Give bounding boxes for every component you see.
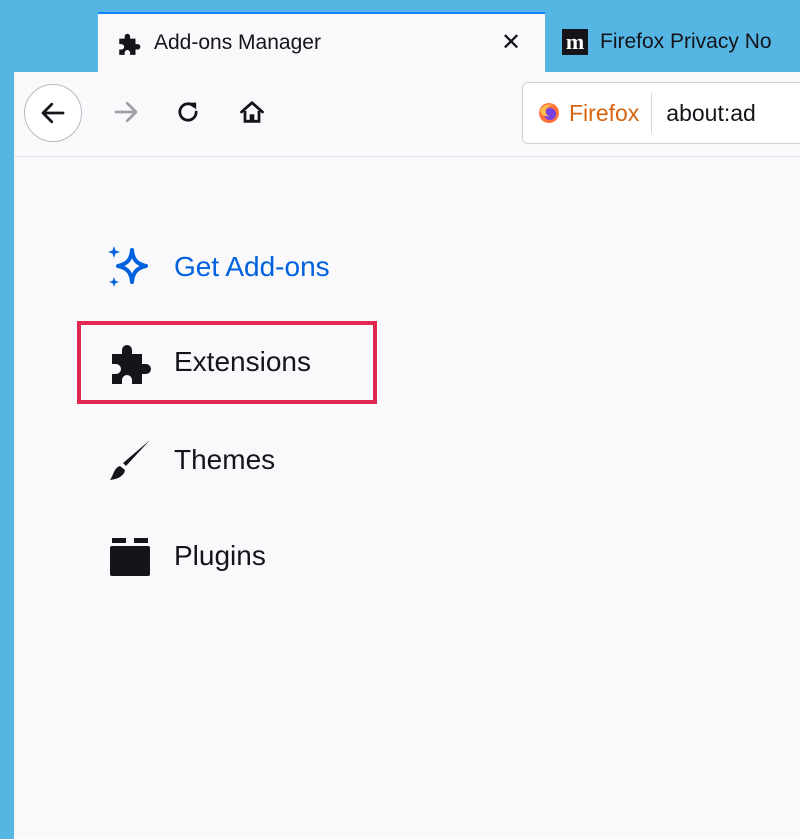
forward-arrow-icon (114, 101, 138, 123)
window-edge (0, 0, 14, 839)
home-button[interactable] (232, 92, 272, 132)
identity-box[interactable]: Firefox (523, 93, 653, 133)
category-themes[interactable]: Themes (106, 436, 275, 484)
close-icon: ✕ (500, 28, 522, 56)
url-bar[interactable]: Firefox about:ad (522, 82, 800, 144)
category-label: Themes (174, 444, 276, 475)
m-logo-icon: m (562, 29, 588, 55)
category-label: Plugins (174, 540, 266, 571)
navigation-toolbar: Firefox about:ad (14, 72, 800, 157)
tab-title: Firefox Privacy No (600, 30, 772, 53)
firefox-logo-icon (537, 101, 561, 125)
back-button[interactable] (24, 84, 82, 142)
plugin-block-icon (106, 532, 154, 580)
highlight-box (77, 321, 377, 404)
identity-label: Firefox (569, 99, 640, 126)
reload-button[interactable] (168, 92, 208, 132)
tab-title: Add-ons Manager (154, 31, 321, 54)
paintbrush-icon (106, 436, 154, 484)
close-tab-button[interactable]: ✕ (497, 28, 525, 56)
home-icon (240, 101, 264, 123)
tab-firefox-privacy[interactable]: m Firefox Privacy No (548, 12, 800, 72)
url-text[interactable]: about:ad (666, 100, 756, 127)
category-plugins[interactable]: Plugins (106, 532, 266, 580)
category-get-addons[interactable]: Get Add-ons (106, 244, 330, 290)
sparkle-icon (106, 244, 154, 290)
category-label: Get Add-ons (174, 251, 330, 282)
puzzle-piece-icon (116, 30, 142, 56)
tab-addons-manager[interactable]: Add-ons Manager ✕ (98, 12, 545, 72)
forward-button[interactable] (106, 92, 146, 132)
back-arrow-icon (41, 102, 65, 124)
reload-icon (178, 102, 198, 122)
